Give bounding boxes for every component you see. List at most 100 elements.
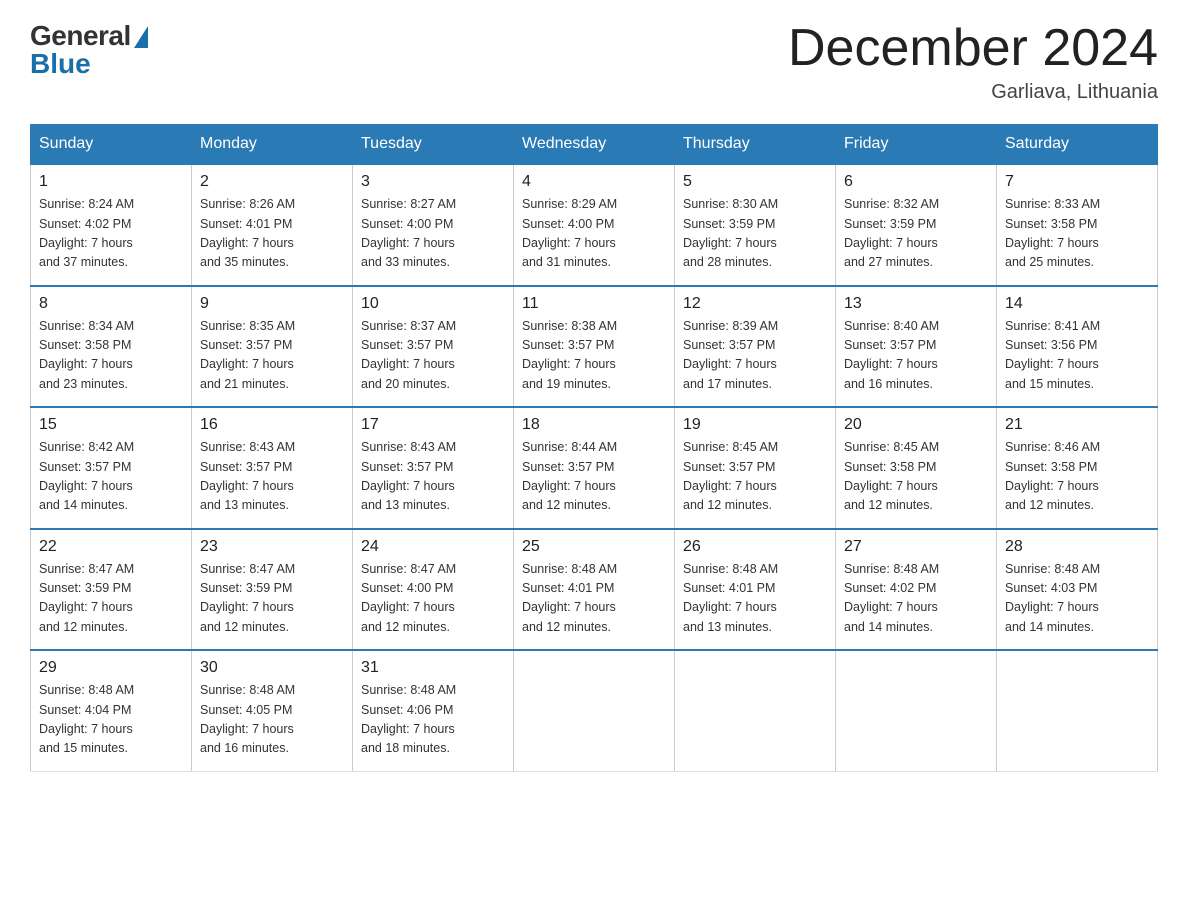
day-number: 28 [1005,538,1149,556]
logo-triangle-icon [134,26,148,48]
calendar-cell: 16 Sunrise: 8:43 AMSunset: 3:57 PMDaylig… [192,407,353,529]
calendar-cell: 6 Sunrise: 8:32 AMSunset: 3:59 PMDayligh… [836,164,997,286]
calendar-cell: 31 Sunrise: 8:48 AMSunset: 4:06 PMDaylig… [353,650,514,771]
day-number: 13 [844,295,988,313]
day-number: 9 [200,295,344,313]
calendar-header-row: SundayMondayTuesdayWednesdayThursdayFrid… [31,125,1158,165]
calendar-week-row: 15 Sunrise: 8:42 AMSunset: 3:57 PMDaylig… [31,407,1158,529]
day-info: Sunrise: 8:48 AMSunset: 4:03 PMDaylight:… [1005,560,1149,638]
day-number: 26 [683,538,827,556]
day-number: 19 [683,416,827,434]
day-info: Sunrise: 8:26 AMSunset: 4:01 PMDaylight:… [200,195,344,273]
calendar-cell: 2 Sunrise: 8:26 AMSunset: 4:01 PMDayligh… [192,164,353,286]
day-info: Sunrise: 8:46 AMSunset: 3:58 PMDaylight:… [1005,438,1149,516]
day-info: Sunrise: 8:43 AMSunset: 3:57 PMDaylight:… [361,438,505,516]
calendar-cell: 29 Sunrise: 8:48 AMSunset: 4:04 PMDaylig… [31,650,192,771]
day-number: 4 [522,173,666,191]
month-title: December 2024 [788,20,1158,77]
calendar-cell: 9 Sunrise: 8:35 AMSunset: 3:57 PMDayligh… [192,286,353,408]
day-number: 20 [844,416,988,434]
day-info: Sunrise: 8:41 AMSunset: 3:56 PMDaylight:… [1005,317,1149,395]
calendar-cell: 28 Sunrise: 8:48 AMSunset: 4:03 PMDaylig… [997,529,1158,651]
day-info: Sunrise: 8:33 AMSunset: 3:58 PMDaylight:… [1005,195,1149,273]
calendar-cell: 17 Sunrise: 8:43 AMSunset: 3:57 PMDaylig… [353,407,514,529]
calendar-cell: 15 Sunrise: 8:42 AMSunset: 3:57 PMDaylig… [31,407,192,529]
day-info: Sunrise: 8:48 AMSunset: 4:01 PMDaylight:… [683,560,827,638]
calendar-week-row: 1 Sunrise: 8:24 AMSunset: 4:02 PMDayligh… [31,164,1158,286]
page-header: General Blue December 2024 Garliava, Lit… [30,20,1158,104]
calendar-cell: 24 Sunrise: 8:47 AMSunset: 4:00 PMDaylig… [353,529,514,651]
day-number: 24 [361,538,505,556]
calendar-cell [514,650,675,771]
day-number: 21 [1005,416,1149,434]
day-info: Sunrise: 8:30 AMSunset: 3:59 PMDaylight:… [683,195,827,273]
weekday-header-saturday: Saturday [997,125,1158,165]
day-info: Sunrise: 8:45 AMSunset: 3:57 PMDaylight:… [683,438,827,516]
calendar-week-row: 29 Sunrise: 8:48 AMSunset: 4:04 PMDaylig… [31,650,1158,771]
day-info: Sunrise: 8:47 AMSunset: 3:59 PMDaylight:… [39,560,183,638]
day-info: Sunrise: 8:48 AMSunset: 4:02 PMDaylight:… [844,560,988,638]
weekday-header-sunday: Sunday [31,125,192,165]
weekday-header-wednesday: Wednesday [514,125,675,165]
day-number: 30 [200,659,344,677]
day-info: Sunrise: 8:38 AMSunset: 3:57 PMDaylight:… [522,317,666,395]
day-info: Sunrise: 8:39 AMSunset: 3:57 PMDaylight:… [683,317,827,395]
day-number: 18 [522,416,666,434]
day-number: 6 [844,173,988,191]
calendar-cell: 26 Sunrise: 8:48 AMSunset: 4:01 PMDaylig… [675,529,836,651]
day-number: 31 [361,659,505,677]
day-number: 29 [39,659,183,677]
day-info: Sunrise: 8:27 AMSunset: 4:00 PMDaylight:… [361,195,505,273]
calendar-cell: 23 Sunrise: 8:47 AMSunset: 3:59 PMDaylig… [192,529,353,651]
calendar-cell [675,650,836,771]
day-number: 3 [361,173,505,191]
calendar-cell: 1 Sunrise: 8:24 AMSunset: 4:02 PMDayligh… [31,164,192,286]
day-info: Sunrise: 8:48 AMSunset: 4:05 PMDaylight:… [200,681,344,759]
calendar-cell: 22 Sunrise: 8:47 AMSunset: 3:59 PMDaylig… [31,529,192,651]
location-subtitle: Garliava, Lithuania [788,81,1158,104]
calendar-cell: 8 Sunrise: 8:34 AMSunset: 3:58 PMDayligh… [31,286,192,408]
day-info: Sunrise: 8:43 AMSunset: 3:57 PMDaylight:… [200,438,344,516]
day-info: Sunrise: 8:29 AMSunset: 4:00 PMDaylight:… [522,195,666,273]
day-number: 1 [39,173,183,191]
calendar-cell: 5 Sunrise: 8:30 AMSunset: 3:59 PMDayligh… [675,164,836,286]
day-number: 27 [844,538,988,556]
day-number: 11 [522,295,666,313]
day-number: 22 [39,538,183,556]
calendar-cell: 18 Sunrise: 8:44 AMSunset: 3:57 PMDaylig… [514,407,675,529]
calendar-cell: 13 Sunrise: 8:40 AMSunset: 3:57 PMDaylig… [836,286,997,408]
calendar-cell [836,650,997,771]
calendar-cell: 11 Sunrise: 8:38 AMSunset: 3:57 PMDaylig… [514,286,675,408]
calendar-cell: 12 Sunrise: 8:39 AMSunset: 3:57 PMDaylig… [675,286,836,408]
day-number: 10 [361,295,505,313]
calendar-table: SundayMondayTuesdayWednesdayThursdayFrid… [30,124,1158,772]
calendar-cell: 30 Sunrise: 8:48 AMSunset: 4:05 PMDaylig… [192,650,353,771]
calendar-cell [997,650,1158,771]
title-section: December 2024 Garliava, Lithuania [788,20,1158,104]
calendar-cell: 19 Sunrise: 8:45 AMSunset: 3:57 PMDaylig… [675,407,836,529]
day-number: 7 [1005,173,1149,191]
calendar-cell: 27 Sunrise: 8:48 AMSunset: 4:02 PMDaylig… [836,529,997,651]
day-number: 5 [683,173,827,191]
day-info: Sunrise: 8:34 AMSunset: 3:58 PMDaylight:… [39,317,183,395]
day-number: 8 [39,295,183,313]
day-info: Sunrise: 8:40 AMSunset: 3:57 PMDaylight:… [844,317,988,395]
calendar-cell: 21 Sunrise: 8:46 AMSunset: 3:58 PMDaylig… [997,407,1158,529]
day-info: Sunrise: 8:48 AMSunset: 4:04 PMDaylight:… [39,681,183,759]
calendar-cell: 20 Sunrise: 8:45 AMSunset: 3:58 PMDaylig… [836,407,997,529]
day-info: Sunrise: 8:47 AMSunset: 4:00 PMDaylight:… [361,560,505,638]
calendar-cell: 7 Sunrise: 8:33 AMSunset: 3:58 PMDayligh… [997,164,1158,286]
day-number: 12 [683,295,827,313]
day-info: Sunrise: 8:48 AMSunset: 4:06 PMDaylight:… [361,681,505,759]
logo: General Blue [30,20,148,80]
day-number: 16 [200,416,344,434]
day-info: Sunrise: 8:24 AMSunset: 4:02 PMDaylight:… [39,195,183,273]
calendar-cell: 4 Sunrise: 8:29 AMSunset: 4:00 PMDayligh… [514,164,675,286]
day-number: 25 [522,538,666,556]
day-info: Sunrise: 8:45 AMSunset: 3:58 PMDaylight:… [844,438,988,516]
day-number: 17 [361,416,505,434]
day-info: Sunrise: 8:48 AMSunset: 4:01 PMDaylight:… [522,560,666,638]
day-info: Sunrise: 8:32 AMSunset: 3:59 PMDaylight:… [844,195,988,273]
day-number: 23 [200,538,344,556]
weekday-header-thursday: Thursday [675,125,836,165]
